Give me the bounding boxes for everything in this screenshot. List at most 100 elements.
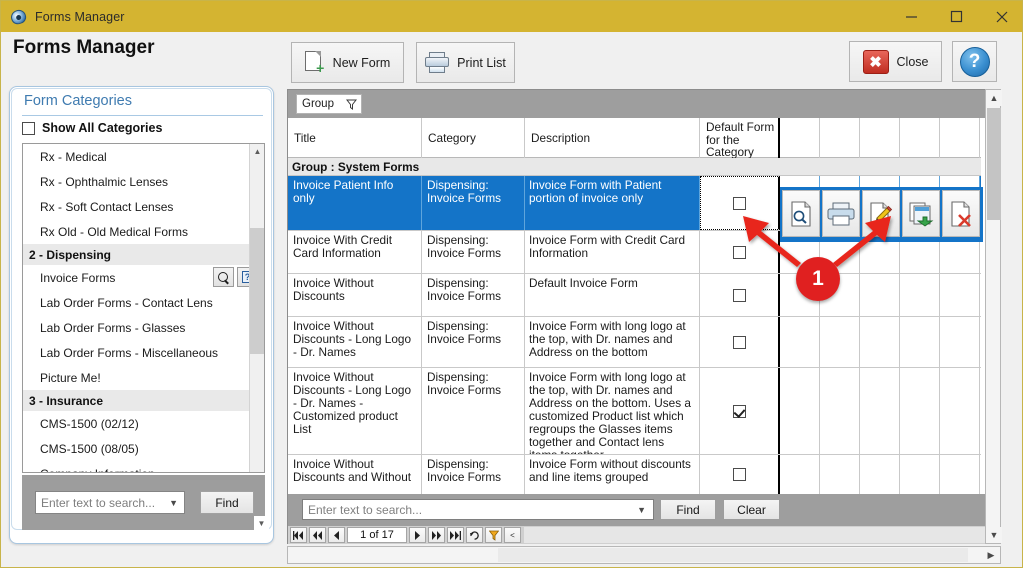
row-action-cell[interactable] xyxy=(900,317,940,367)
default-form-cell[interactable] xyxy=(700,368,780,454)
help-button[interactable]: ? xyxy=(952,41,997,82)
row-action-cell[interactable] xyxy=(900,455,940,494)
sidebar-item-category[interactable]: Rx - Ophthalmic Lenses xyxy=(23,169,251,194)
default-form-checkbox[interactable] xyxy=(732,468,746,481)
nav-refresh-icon[interactable] xyxy=(466,527,483,543)
scroll-thumb[interactable] xyxy=(987,108,1001,220)
grid-column-header[interactable] xyxy=(780,118,820,158)
scroll-right-icon[interactable]: ▶ xyxy=(983,547,999,563)
grid-column-header[interactable] xyxy=(860,118,900,158)
sidebar-panel-scrollbar[interactable]: ▼ xyxy=(254,141,269,531)
grid-column-header[interactable]: Title xyxy=(288,118,422,158)
row-action-cell[interactable] xyxy=(860,455,900,494)
sidebar-search-input[interactable]: Enter text to search... ▼ xyxy=(35,491,185,514)
group-filter-chip[interactable]: Group xyxy=(296,94,362,114)
sidebar-item-category[interactable]: Rx Old - Old Medical Forms xyxy=(23,219,251,244)
nav-prev-page-button[interactable] xyxy=(309,527,326,543)
scroll-down-icon[interactable]: ▼ xyxy=(986,527,1002,543)
nav-filter-icon[interactable] xyxy=(485,527,502,543)
scroll-up-icon[interactable]: ▲ xyxy=(986,90,1002,106)
sidebar-item-category[interactable]: CMS-1500 (08/05) xyxy=(23,436,251,461)
row-action-cell[interactable] xyxy=(780,368,820,454)
default-form-checkbox[interactable] xyxy=(733,196,746,210)
sidebar-item-category[interactable]: Rx - Soft Contact Lenses xyxy=(23,194,251,219)
row-action-cell[interactable] xyxy=(820,317,860,367)
sidebar-item-category[interactable]: Lab Order Forms - Contact Lens xyxy=(23,290,251,315)
grid-vertical-scrollbar[interactable]: ▲ ▼ xyxy=(985,89,1002,544)
sidebar-item-category[interactable]: CMS-1500 (02/12) xyxy=(23,411,251,436)
scroll-down-icon[interactable]: ▼ xyxy=(254,516,269,531)
show-all-categories-checkbox[interactable] xyxy=(22,121,35,135)
nav-collapse-button[interactable]: < xyxy=(504,527,521,543)
default-form-cell[interactable] xyxy=(700,176,780,230)
row-action-cell[interactable] xyxy=(860,368,900,454)
row-action-cell[interactable] xyxy=(820,368,860,454)
category-search-button[interactable] xyxy=(213,267,234,287)
grid-column-header[interactable] xyxy=(900,118,940,158)
grid-column-header[interactable] xyxy=(940,118,980,158)
default-form-cell[interactable] xyxy=(700,455,780,494)
scroll-thumb[interactable] xyxy=(498,548,968,562)
row-action-cell[interactable] xyxy=(860,274,900,316)
row-action-cell[interactable] xyxy=(940,274,980,316)
default-form-checkbox[interactable] xyxy=(732,245,746,259)
eye-logo-icon xyxy=(9,7,28,26)
minimize-icon[interactable] xyxy=(889,1,934,32)
row-action-cell[interactable] xyxy=(900,274,940,316)
preview-icon[interactable] xyxy=(782,190,820,237)
row-action-cell[interactable] xyxy=(940,455,980,494)
sidebar-item-category[interactable]: Picture Me! xyxy=(23,365,251,390)
category-group-header[interactable]: 3 - Insurance xyxy=(23,390,251,411)
nav-prev-button[interactable] xyxy=(328,527,345,543)
category-label: Rx Old - Old Medical Forms xyxy=(40,224,189,239)
grid-column-header[interactable] xyxy=(820,118,860,158)
maximize-icon[interactable] xyxy=(934,1,979,32)
grid-column-header[interactable]: Default Form for the Category xyxy=(700,118,780,158)
row-action-cell[interactable] xyxy=(780,317,820,367)
sidebar-item-category[interactable]: Rx - Medical xyxy=(23,144,251,169)
table-row[interactable]: Invoice Without Discounts and Without Dis… xyxy=(288,455,981,494)
print-icon[interactable] xyxy=(822,190,860,237)
nav-next-page-button[interactable] xyxy=(428,527,445,543)
category-group-header[interactable]: 2 - Dispensing xyxy=(23,244,251,265)
sidebar-item-category[interactable]: Lab Order Forms - Glasses xyxy=(23,315,251,340)
default-form-cell[interactable] xyxy=(700,274,780,316)
close-icon[interactable] xyxy=(979,1,1022,32)
row-action-cell[interactable] xyxy=(780,455,820,494)
table-row[interactable]: Invoice Without Discounts - Long Logo - … xyxy=(288,317,981,368)
nav-last-button[interactable] xyxy=(447,527,464,543)
table-row[interactable]: Invoice Without Discounts - Long Logo - … xyxy=(288,368,981,455)
sidebar-find-button[interactable]: Find xyxy=(200,491,254,514)
grid-column-header[interactable]: Category xyxy=(422,118,525,158)
grid-search-input[interactable]: Enter text to search... ▼ xyxy=(302,499,654,520)
sidebar-item-category[interactable]: Lab Order Forms - Miscellaneous xyxy=(23,340,251,365)
chevron-down-icon[interactable]: ▼ xyxy=(637,505,646,515)
show-all-categories-row[interactable]: Show All Categories xyxy=(22,121,162,135)
nav-first-button[interactable] xyxy=(290,527,307,543)
nav-next-button[interactable] xyxy=(409,527,426,543)
grid-find-button[interactable]: Find xyxy=(660,499,716,520)
row-action-cell[interactable] xyxy=(940,368,980,454)
print-list-button[interactable]: Print List xyxy=(416,42,515,83)
new-form-button[interactable]: + New Form xyxy=(291,42,404,83)
table-row[interactable]: Invoice Without Discounts Dispensing: Inv… xyxy=(288,274,981,317)
delete-icon[interactable] xyxy=(942,190,980,237)
default-form-checkbox[interactable] xyxy=(732,404,746,418)
sidebar-item-category[interactable]: Invoice Forms? xyxy=(23,265,258,290)
default-form-checkbox[interactable] xyxy=(732,288,746,302)
row-action-cell[interactable] xyxy=(860,317,900,367)
sidebar-item-category[interactable]: Company Information xyxy=(23,461,251,473)
default-form-checkbox[interactable] xyxy=(732,335,746,349)
row-action-cell[interactable] xyxy=(900,368,940,454)
row-action-cell[interactable] xyxy=(940,317,980,367)
row-action-cell[interactable] xyxy=(820,455,860,494)
grid-horizontal-scrollbar[interactable]: ▶ xyxy=(287,546,1001,564)
close-button[interactable]: ✖ Close xyxy=(849,41,942,82)
default-form-cell[interactable] xyxy=(700,317,780,367)
chevron-down-icon[interactable]: ▼ xyxy=(169,498,178,508)
edit-pencil-icon[interactable] xyxy=(862,190,900,237)
copy-export-icon[interactable] xyxy=(902,190,940,237)
grid-column-header[interactable]: Description xyxy=(525,118,700,158)
grid-clear-button[interactable]: Clear xyxy=(723,499,780,520)
default-form-cell[interactable] xyxy=(700,231,780,273)
